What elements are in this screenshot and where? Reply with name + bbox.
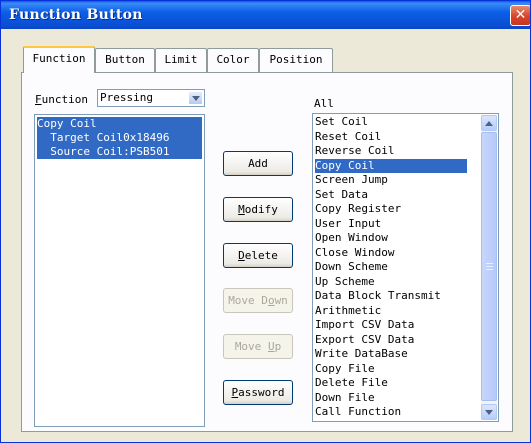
all-functions-list[interactable]: Set Coil Reset Coil Reverse Coil Copy Coil S… xyxy=(312,113,499,422)
button-label-pre: Move D xyxy=(228,294,268,307)
list-item[interactable]: Source Coil:PSB501 xyxy=(37,145,202,159)
button-label: elete xyxy=(244,249,278,262)
grip-line xyxy=(486,263,493,264)
list-item[interactable]: Target Coil0x18496 xyxy=(37,131,202,145)
close-button[interactable]: ✕ xyxy=(510,5,530,26)
vertical-scrollbar[interactable] xyxy=(481,115,497,420)
list-item[interactable]: Copy File xyxy=(315,362,467,376)
list-item[interactable]: Open Window xyxy=(315,231,467,245)
list-item[interactable]: Call Function xyxy=(315,405,467,419)
function-list[interactable]: Copy Coil Target Coil0x18496 Source Coil… xyxy=(34,114,205,427)
function-label: Function xyxy=(35,93,88,106)
title-bar[interactable]: Function Button ✕ xyxy=(1,1,530,29)
move-down-button[interactable]: Move Down xyxy=(223,288,293,313)
function-select[interactable]: Pressing xyxy=(97,89,205,107)
tab-position[interactable]: Position xyxy=(259,48,333,72)
button-label: odify xyxy=(244,203,278,216)
move-up-button[interactable]: Move Up xyxy=(223,334,293,359)
button-mnemonic: D xyxy=(238,249,245,262)
tab-color[interactable]: Color xyxy=(207,48,259,72)
chevron-down-icon[interactable] xyxy=(188,91,203,105)
list-item[interactable]: Arithmetic xyxy=(315,304,467,318)
list-item[interactable]: Delete File xyxy=(315,376,467,390)
button-mnemonic: o xyxy=(267,294,275,307)
button-mnemonic: M xyxy=(238,203,245,216)
grip-line xyxy=(486,266,493,267)
list-item[interactable]: Screen Jump xyxy=(315,173,467,187)
scroll-down-icon[interactable] xyxy=(481,404,497,420)
list-item[interactable]: Copy Coil xyxy=(315,158,467,173)
button-label: assword xyxy=(238,386,285,399)
tab-button[interactable]: Button xyxy=(95,48,155,72)
list-item[interactable]: Down File xyxy=(315,391,467,405)
list-item[interactable]: Reverse Coil xyxy=(315,144,467,158)
button-label: Add xyxy=(248,157,268,170)
tab-limit[interactable]: Limit xyxy=(155,48,207,72)
button-label: p xyxy=(274,340,282,353)
password-button[interactable]: Password xyxy=(223,380,293,405)
button-label: wn xyxy=(274,294,288,307)
list-item[interactable]: User Input xyxy=(315,217,467,231)
grip-line xyxy=(486,269,493,270)
function-select-value: Pressing xyxy=(100,91,153,104)
close-icon: ✕ xyxy=(514,7,527,23)
list-item[interactable]: Set Coil xyxy=(315,115,467,129)
list-item[interactable]: Down Scheme xyxy=(315,260,467,274)
list-item[interactable]: Reset Coil xyxy=(315,130,467,144)
scroll-thumb[interactable] xyxy=(481,132,497,401)
list-item[interactable]: Data Block Transmit xyxy=(315,289,467,303)
button-label-pre: Move xyxy=(234,340,268,353)
list-item[interactable]: Write DataBase xyxy=(315,347,467,361)
window-title: Function Button xyxy=(9,7,143,23)
list-item[interactable]: Export CSV Data xyxy=(315,333,467,347)
function-button-dialog: Function Button ✕ Function Button Limit Col… xyxy=(0,0,531,443)
delete-button[interactable]: Delete xyxy=(223,243,293,268)
add-button[interactable]: Add xyxy=(223,151,293,176)
modify-button[interactable]: Modify xyxy=(223,197,293,222)
scroll-up-icon[interactable] xyxy=(481,115,497,131)
tab-function[interactable]: Function xyxy=(23,46,95,73)
button-mnemonic: U xyxy=(267,340,275,353)
list-item[interactable]: Copy Coil xyxy=(37,117,202,131)
list-item[interactable]: Up Scheme xyxy=(315,275,467,289)
list-item[interactable]: Set Data xyxy=(315,188,467,202)
list-item[interactable]: Close Window xyxy=(315,246,467,260)
list-item[interactable]: Copy Register xyxy=(315,202,467,216)
all-label: All xyxy=(314,97,334,110)
list-item[interactable]: Import CSV Data xyxy=(315,318,467,332)
